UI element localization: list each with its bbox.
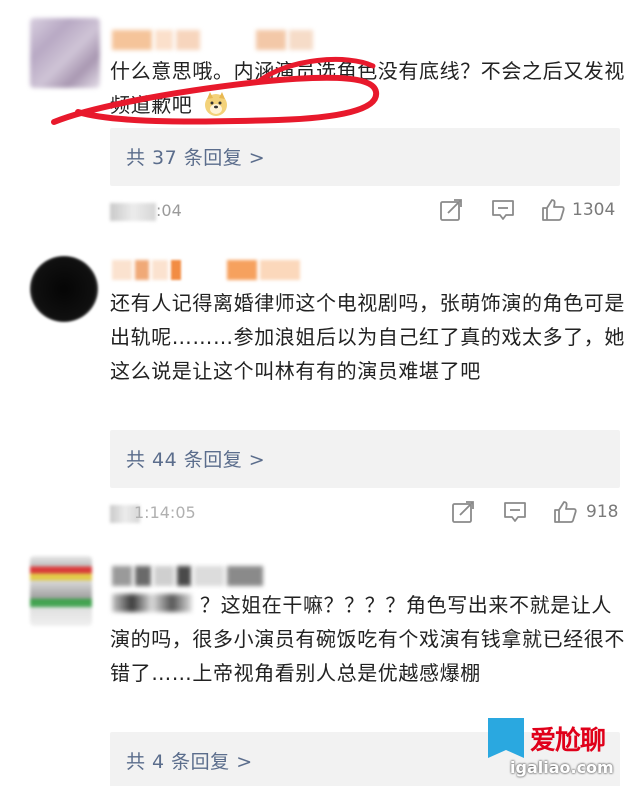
- comment-text-content: 什么意思哦。内涵演员选角色没有底线？不会之后又发视频道歉吧: [110, 59, 625, 117]
- comment-text: ？这姐在干嘛？？？？角色写出来不就是让人演的吗，很多小演员有碗饭吃有个戏演有钱拿…: [110, 588, 628, 690]
- comment-meta: :04 1304: [110, 197, 620, 227]
- share-icon[interactable]: [450, 499, 476, 525]
- username[interactable]: [112, 260, 300, 280]
- comment-text: 什么意思哦。内涵演员选角色没有底线？不会之后又发视频道歉吧: [110, 54, 628, 122]
- replies-label: 共 4 条回复 >: [126, 751, 253, 773]
- avatar[interactable]: [30, 256, 98, 322]
- watermark: 爱尬聊 igaliao.com: [470, 718, 640, 786]
- doge-emoji-icon: [203, 91, 229, 117]
- replies-link[interactable]: 共 44 条回复 >: [110, 430, 620, 488]
- comment-text-content: ？这姐在干嘛？？？？角色写出来不就是让人演的吗，很多小演员有碗饭吃有个戏演有钱拿…: [110, 593, 625, 685]
- comment-meta: 1:14:05 918: [110, 499, 620, 529]
- like-count: 918: [586, 502, 619, 522]
- username[interactable]: [112, 30, 313, 50]
- share-icon[interactable]: [438, 197, 464, 223]
- thumbs-up-icon[interactable]: [552, 499, 578, 525]
- replies-link[interactable]: 共 37 条回复 >: [110, 128, 620, 186]
- comment-icon[interactable]: [490, 197, 516, 223]
- watermark-title: 爱尬聊: [530, 726, 606, 756]
- thumbs-up-icon[interactable]: [540, 197, 566, 223]
- time-blur: [110, 203, 156, 221]
- comment-icon[interactable]: [502, 499, 528, 525]
- timestamp: 1:14:05: [134, 503, 196, 522]
- like-count: 1304: [572, 200, 616, 220]
- avatar[interactable]: [30, 18, 100, 88]
- watermark-badge-icon: [488, 718, 524, 758]
- replies-label: 共 44 条回复 >: [126, 449, 266, 471]
- watermark-url: igaliao.com: [510, 758, 614, 777]
- avatar[interactable]: [30, 556, 92, 626]
- username[interactable]: [112, 566, 263, 586]
- timestamp: :04: [156, 201, 182, 220]
- comment-text: 还有人记得离婚律师这个电视剧吗，张萌饰演的角色可是出轨呢………参加浪姐后以为自己…: [110, 291, 625, 383]
- replies-label: 共 37 条回复 >: [126, 147, 266, 169]
